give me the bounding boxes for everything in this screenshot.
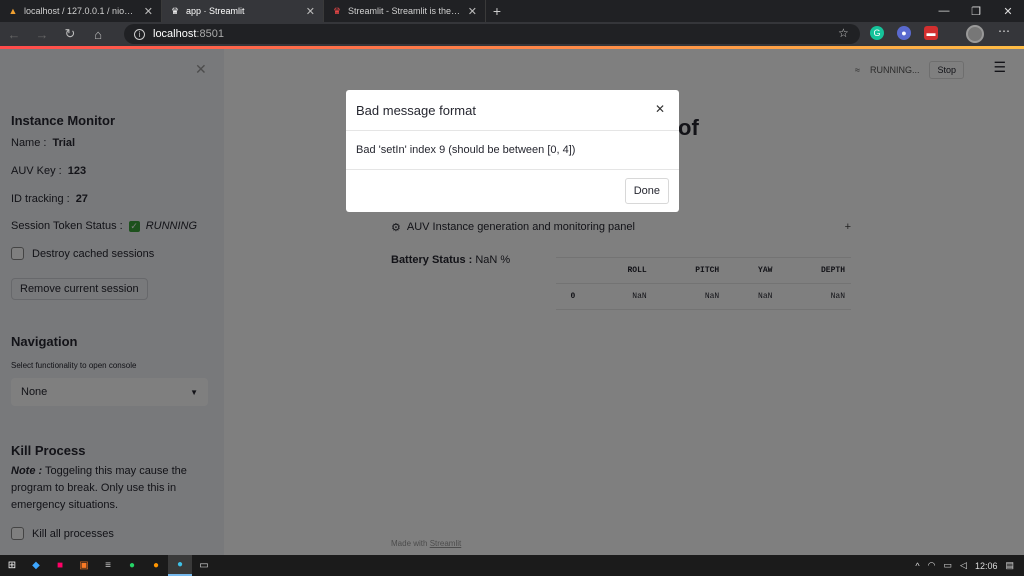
tab-streamlit-site[interactable]: ♛ Streamlit - Streamlit is the fastest ✕ [324, 0, 486, 22]
forward-icon[interactable]: → [28, 27, 56, 42]
tab-title: app · Streamlit [186, 6, 245, 16]
modal-footer: Done [346, 170, 679, 212]
edge-icon[interactable]: ● [168, 555, 192, 576]
phpmyadmin-icon: ▲ [8, 6, 18, 16]
error-modal: Bad message format ✕ Bad 'setIn' index 9… [346, 90, 679, 212]
close-tab-icon[interactable]: ✕ [468, 5, 477, 18]
home-icon[interactable]: ⌂ [84, 27, 112, 42]
tray-chevron-icon[interactable]: ^ [915, 561, 919, 571]
profile-avatar[interactable] [966, 25, 984, 43]
volume-icon[interactable]: ◁ [960, 560, 967, 571]
minimize-icon[interactable]: — [928, 0, 960, 22]
reload-icon[interactable]: ↻ [56, 26, 84, 42]
windows-start-icon[interactable]: ⊞ [0, 555, 24, 576]
url-text: localhost:8501 [153, 28, 224, 40]
more-menu-icon[interactable]: ⋯ [998, 24, 1010, 38]
extension-icon[interactable]: ● [897, 26, 911, 40]
close-window-icon[interactable]: ✕ [992, 0, 1024, 22]
bookmark-star-icon[interactable]: ☆ [838, 26, 849, 40]
close-modal-icon[interactable]: ✕ [655, 102, 665, 116]
streamlit-app: ✕ Instance Monitor Name : Trial AUV Key … [0, 49, 1024, 555]
screen: ▲ localhost / 127.0.0.1 / nio_server ✕ ♛… [0, 0, 1024, 576]
new-tab-button[interactable]: + [486, 0, 508, 22]
whatsapp-icon[interactable]: ● [120, 555, 144, 576]
done-button[interactable]: Done [624, 178, 669, 204]
tab-title: Streamlit - Streamlit is the fastest [348, 6, 462, 16]
notification-icon[interactable]: ▤ [1005, 560, 1014, 571]
clock[interactable]: 12:06 [975, 561, 998, 571]
vscode-icon[interactable]: ◆ [24, 555, 48, 576]
extension-red-icon[interactable]: ▬ [924, 26, 938, 40]
modal-body: Bad 'setIn' index 9 (should be between [… [346, 131, 679, 170]
url-port: :8501 [196, 28, 224, 40]
streamlit-icon: ♛ [332, 6, 342, 16]
terminal-icon[interactable]: ▭ [192, 555, 216, 576]
sublime-icon[interactable]: ≡ [96, 555, 120, 576]
system-tray: ^ ◠ ▭ ◁ 12:06 ▤ [915, 555, 1014, 576]
extensions-area: G ● ▬ [870, 26, 938, 40]
close-tab-icon[interactable]: ✕ [144, 5, 153, 18]
grammarly-icon[interactable]: G [870, 26, 884, 40]
close-tab-icon[interactable]: ✕ [306, 5, 315, 18]
firefox-icon[interactable]: ● [144, 555, 168, 576]
back-icon[interactable]: ← [0, 27, 28, 42]
restore-icon[interactable]: ❐ [960, 0, 992, 22]
tab-title: localhost / 127.0.0.1 / nio_server [24, 6, 138, 16]
browser-tab-bar: ▲ localhost / 127.0.0.1 / nio_server ✕ ♛… [0, 0, 1024, 22]
tab-app-streamlit[interactable]: ♛ app · Streamlit ✕ [162, 0, 324, 22]
address-bar[interactable]: i localhost:8501 [124, 24, 860, 44]
modal-title: Bad message format [356, 102, 476, 118]
browser-toolbar: ← → ↻ ⌂ i localhost:8501 ☆ G ● ▬ ⋯ [0, 22, 1024, 46]
modal-header: Bad message format ✕ [346, 90, 679, 131]
xampp-icon[interactable]: ▣ [72, 555, 96, 576]
wifi-icon[interactable]: ◠ [928, 560, 936, 571]
windows-taskbar: ⊞ ◆ ■ ▣ ≡ ● ● ● ▭ ^ ◠ ▭ ◁ 12:06 ▤ [0, 555, 1024, 576]
tab-phpmyadmin[interactable]: ▲ localhost / 127.0.0.1 / nio_server ✕ [0, 0, 162, 22]
streamlit-icon: ♛ [170, 6, 180, 16]
jetbrains-icon[interactable]: ■ [48, 555, 72, 576]
info-icon[interactable]: i [134, 28, 145, 40]
battery-icon[interactable]: ▭ [944, 560, 953, 571]
window-controls: — ❐ ✕ [928, 0, 1024, 22]
url-host: localhost [153, 28, 197, 40]
